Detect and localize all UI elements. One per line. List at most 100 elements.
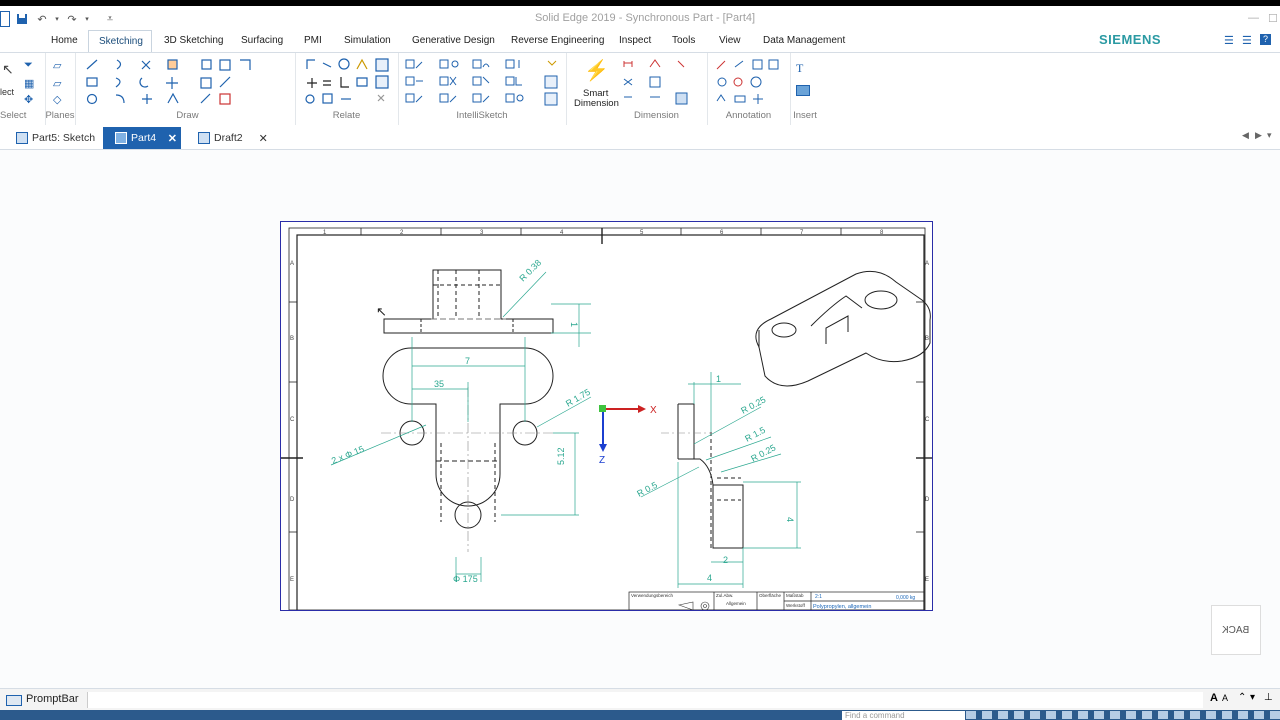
dim-4v: 4 [785, 517, 795, 522]
tab-home[interactable]: Home [41, 30, 88, 52]
select-tool-icon-3[interactable]: ✥ [24, 93, 33, 106]
axis-x-label: X [650, 405, 657, 416]
row-label-b-right: B [925, 336, 929, 342]
group-label-intellisketch: IntelliSketch [456, 110, 508, 121]
row-label-d: D [290, 497, 295, 503]
group-planes: ▱ ▱ ◇ Planes [45, 53, 76, 125]
promptbar-input[interactable] [87, 692, 1203, 708]
row-label-e: E [290, 577, 294, 583]
scroll-left-icon[interactable]: ◀ [1242, 130, 1249, 141]
minimize-icon[interactable]: — [1248, 12, 1259, 24]
tb-field-surface: Oberfläche [759, 593, 782, 598]
select-tool-icon-2[interactable]: ▦ [24, 77, 34, 90]
row-label-a: A [290, 261, 294, 267]
dim-35: 35 [434, 379, 444, 389]
doc-tab-label: Part5: Sketch [32, 132, 96, 144]
close-icon[interactable]: ✕ [168, 132, 177, 145]
text-insert-icon[interactable]: T [796, 61, 803, 76]
tab-view[interactable]: View [709, 30, 751, 52]
find-command-input[interactable]: Find a command [842, 711, 965, 720]
select-filter-icon[interactable]: ⏷ [24, 59, 33, 72]
tab-reverse-engineering[interactable]: Reverse Engineering [501, 30, 614, 52]
tab-inspect[interactable]: Inspect [609, 30, 661, 52]
status-tools-icons[interactable] [966, 711, 1280, 719]
doc-tab-label: Part4 [131, 132, 157, 144]
dim-r175: R 1.75 [564, 387, 592, 409]
draft-doc-icon [198, 132, 210, 144]
row-label-c-right: C [925, 417, 930, 423]
doc-tab-label: Draft2 [214, 132, 243, 144]
part-doc-icon [115, 132, 127, 144]
tb-field-scale: Maßstab [786, 593, 804, 598]
dim-phi175: Φ 175 [453, 574, 478, 584]
doc-tab-draft2[interactable]: Draft2 ✕ [194, 127, 272, 149]
axis-z-label: Z [599, 455, 605, 466]
group-label-insert: Insert [793, 110, 817, 121]
smart-dimension-icon[interactable]: ⚡ [584, 58, 609, 83]
tab-simulation[interactable]: Simulation [334, 30, 401, 52]
plan-view [381, 347, 554, 552]
group-select: ↖ lect ⏷ ▦ ✥ Select [0, 53, 46, 125]
dim-4: 4 [707, 573, 712, 583]
group-relate: Relate [295, 53, 399, 125]
maximize-icon[interactable]: ☐ [1268, 12, 1278, 25]
chevron-up-icon[interactable]: ⌃ [1238, 692, 1246, 703]
chevron-down-icon[interactable]: ▾ [1250, 692, 1255, 703]
tab-generative-design[interactable]: Generative Design [402, 30, 505, 52]
plane-icon-3[interactable]: ◇ [53, 93, 61, 106]
tab-surfacing[interactable]: Surfacing [231, 30, 293, 52]
tab-3d-sketching[interactable]: 3D Sketching [154, 30, 233, 52]
title-bar: ↶ ▾ ↷ ▾ ⩡ Solid Edge 2019 - Synchronous … [0, 6, 1280, 30]
draw-tools-icons[interactable] [80, 53, 295, 109]
row-label-e-right: E [925, 577, 929, 583]
font-size-icon[interactable]: A [1210, 692, 1218, 704]
promptbar-label[interactable]: PromptBar [26, 693, 79, 705]
ribbon-layout-icon[interactable]: ☰ [1242, 34, 1252, 47]
dim-r15: R 1.5 [743, 425, 767, 444]
group-label-draw: Draw [176, 110, 199, 121]
select-tool-label[interactable]: lect [0, 87, 14, 97]
image-insert-icon[interactable] [796, 85, 810, 96]
drawing-canvas: 1 2 3 4 5 6 7 8 A B C D E A B C D E R 0.… [281, 227, 932, 610]
dim-512: 5.12 [556, 447, 566, 465]
tabs-menu-icon[interactable]: ▾ [1267, 130, 1272, 141]
select-tool-icon[interactable]: ↖ [2, 61, 14, 78]
pin-icon[interactable]: ⊥ [1264, 692, 1273, 703]
back-view-cube[interactable]: BACK [1211, 605, 1261, 655]
font-size-small-icon[interactable]: A [1222, 693, 1228, 703]
group-intellisketch: IntelliSketch [398, 53, 567, 125]
plane-icon-2[interactable]: ▱ [53, 77, 61, 90]
drawing-sheet[interactable]: 1 2 3 4 5 6 7 8 A B C D E A B C D E R 0.… [280, 221, 933, 611]
scroll-right-icon[interactable]: ▶ [1255, 130, 1262, 141]
tab-sketching[interactable]: Sketching [88, 30, 152, 53]
ribbon: ↖ lect ⏷ ▦ ✥ Select ▱ ▱ ◇ Planes Draw Re… [0, 52, 1280, 126]
tab-data-management[interactable]: Data Management [753, 30, 855, 52]
group-draw: Draw [80, 53, 296, 125]
help-icon[interactable]: ? [1260, 34, 1271, 45]
annotation-tools-icons[interactable] [707, 53, 790, 109]
doc-tab-part4[interactable]: Part4 ✕ [103, 127, 181, 149]
isometric-view [755, 270, 931, 387]
dim-r038: R 0.38 [517, 258, 543, 284]
close-icon[interactable]: ✕ [259, 132, 268, 145]
plane-icon[interactable]: ▱ [53, 59, 61, 72]
group-label-planes: Planes [45, 110, 75, 121]
tab-tools[interactable]: Tools [662, 30, 705, 52]
dim-1v: 1 [569, 322, 579, 327]
promptbar-icon[interactable] [6, 695, 22, 706]
tb-field-usage: Verwendungsbereich [631, 593, 674, 598]
intellisketch-tools-icons[interactable] [398, 53, 566, 109]
tab-pmi[interactable]: PMI [294, 30, 332, 52]
dimension-tools-icons[interactable] [618, 53, 698, 109]
back-label: BACK [1222, 624, 1250, 636]
tb-scale-value: 2:1 [815, 594, 822, 600]
row-label-c: C [290, 417, 295, 423]
dim-2: 2 [723, 555, 728, 565]
tb-weight-value: 0,000 kg [896, 595, 915, 601]
doc-tab-part5[interactable]: Part5: Sketch [14, 127, 105, 149]
smart-dimension-label-2[interactable]: Dimension [574, 98, 619, 109]
ribbon-option-icon[interactable]: ☰ [1224, 34, 1234, 47]
relate-tools-icons[interactable] [295, 53, 398, 109]
side-view [661, 403, 744, 549]
row-label-a-right: A [925, 261, 929, 267]
